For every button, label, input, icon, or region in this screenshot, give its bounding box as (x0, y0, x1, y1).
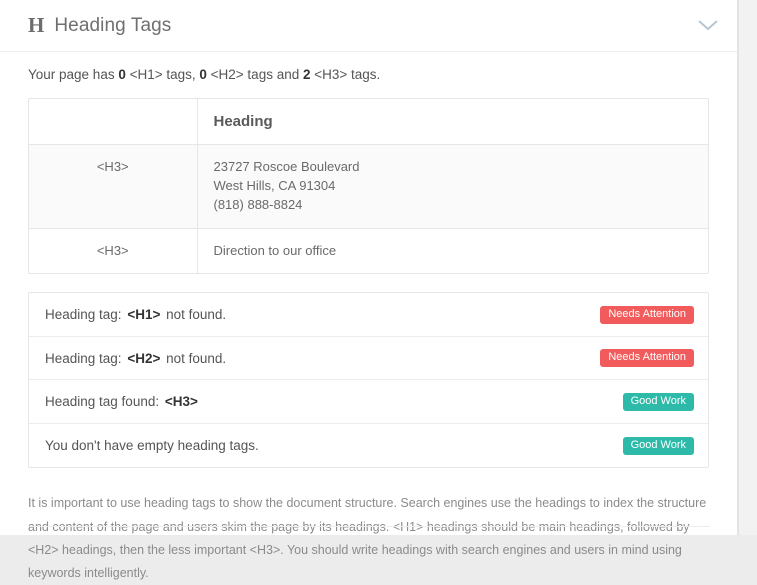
check-label: Heading tag found: <H3> (45, 394, 200, 409)
check-tag: <H3> (164, 394, 198, 410)
chevron-down-icon[interactable] (697, 18, 719, 34)
check-tail: not found. (166, 350, 227, 366)
summary-text: Your page has 0 <H1> tags, 0 <H2> tags a… (0, 52, 737, 92)
footnote-text: It is important to use heading tags to s… (28, 496, 707, 580)
status-badge: Good Work (622, 392, 694, 411)
status-badge: Needs Attention (600, 349, 694, 368)
summary-mid-2: <H2> tags and (206, 67, 303, 82)
h3-count: 2 (302, 67, 311, 82)
check-label: You don't have empty heading tags. (45, 438, 259, 453)
row-tag: <H3> (29, 228, 198, 274)
list-item: Heading tag: <H1> not found. Needs Atten… (29, 293, 708, 337)
status-badge: Good Work (622, 436, 694, 455)
row-value: Direction to our office (213, 242, 337, 258)
check-label-text: You don't have empty heading tags. (45, 438, 259, 454)
h1-count: 0 (118, 67, 126, 82)
check-label-text: Heading tag found: (45, 394, 160, 410)
list-item: You don't have empty heading tags. Good … (29, 424, 708, 468)
column-header-tag (29, 99, 198, 145)
check-tag: <H2> (127, 350, 161, 366)
summary-suffix: <H3> tags. (310, 67, 381, 82)
checks-list: Heading tag: <H1> not found. Needs Atten… (28, 292, 709, 469)
check-label-text: Heading tag: (45, 350, 122, 366)
check-tag: <H1> (127, 307, 161, 323)
heading-tags-panel: H Heading Tags Your page has 0 <H1> tags… (0, 0, 738, 580)
table-header-row: Heading (29, 99, 708, 145)
summary-mid-1: <H1> tags, (125, 67, 200, 82)
check-label: Heading tag: <H2> not found. (45, 351, 226, 366)
row-value: 23727 Roscoe Boulevard West Hills, CA 91… (197, 144, 708, 229)
column-header-heading: Heading (197, 99, 708, 145)
panel-header: H Heading Tags (0, 0, 737, 52)
page-title: Heading Tags (54, 14, 172, 36)
check-tail: not found. (166, 307, 227, 323)
table-row: <H3> 23727 Roscoe Boulevard West Hills, … (29, 144, 708, 229)
summary-prefix: Your page has (28, 67, 119, 82)
row-tag: <H3> (29, 144, 198, 229)
status-badge: Needs Attention (600, 305, 694, 324)
list-item: Heading tag found: <H3> Good Work (29, 380, 708, 424)
heading-tag-icon: H (28, 13, 45, 37)
table-row: <H3> Direction to our office (29, 228, 708, 274)
check-label-text: Heading tag: (45, 307, 122, 323)
scrollbar[interactable] (738, 0, 757, 535)
divider (28, 526, 710, 527)
check-label: Heading tag: <H1> not found. (45, 307, 226, 322)
headings-table: Heading <H3> 23727 Roscoe Boulevard West… (28, 98, 709, 275)
list-item: Heading tag: <H2> not found. Needs Atten… (29, 337, 708, 381)
h2-count: 0 (199, 67, 207, 82)
